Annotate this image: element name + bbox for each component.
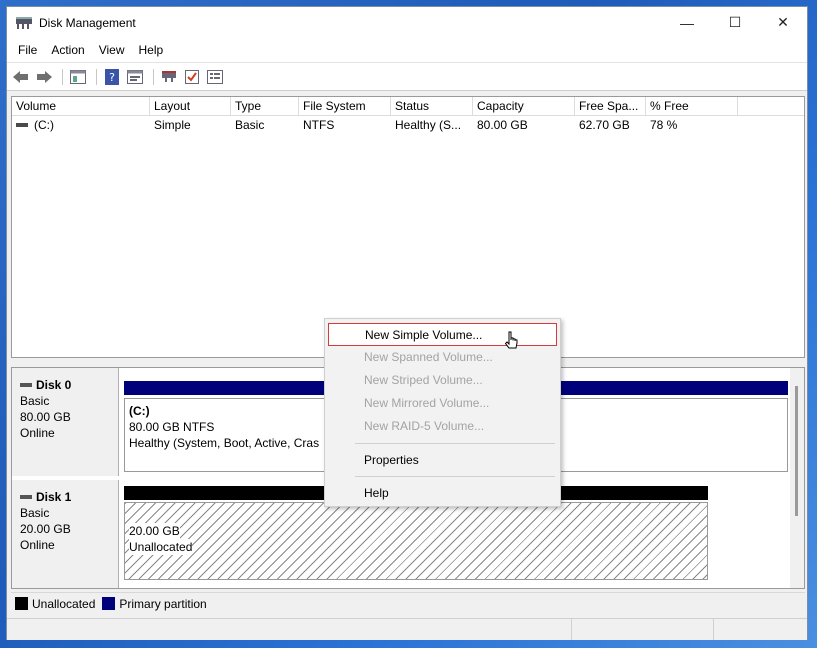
toolbar-separator bbox=[62, 68, 63, 85]
legend: Unallocated Primary partition bbox=[11, 592, 805, 614]
column-type[interactable]: Type bbox=[231, 97, 299, 115]
volume-list-header: Volume Layout Type File System Status Ca… bbox=[12, 97, 804, 116]
disk-0-name-line: Disk 0 bbox=[20, 377, 118, 393]
toolbar: ? bbox=[7, 62, 807, 91]
mouse-cursor-icon bbox=[504, 331, 518, 349]
menu-action[interactable]: Action bbox=[44, 43, 91, 57]
unallocated-space[interactable]: 20.00 GB Unallocated bbox=[124, 502, 708, 580]
unallocated-swatch bbox=[15, 597, 28, 610]
menu-view[interactable]: View bbox=[92, 43, 132, 57]
connect-icon[interactable] bbox=[159, 67, 179, 87]
disk-1-label[interactable]: Disk 1 Basic 20.00 GB Online bbox=[12, 480, 119, 588]
disk-management-icon bbox=[16, 16, 32, 29]
disk-0-size: 80.00 GB bbox=[20, 410, 71, 424]
vertical-scrollbar[interactable] bbox=[790, 368, 804, 588]
close-button[interactable]: ✕ bbox=[759, 7, 807, 38]
menu-file[interactable]: File bbox=[11, 43, 44, 57]
title-bar: Disk Management — ☐ ✕ bbox=[7, 7, 807, 38]
list-icon[interactable] bbox=[205, 67, 225, 87]
cell-volume: (C:) bbox=[12, 116, 150, 134]
menu-new-mirrored-volume: New Mirrored Volume... bbox=[364, 396, 490, 410]
cell-layout: Simple bbox=[154, 118, 191, 132]
maximize-button[interactable]: ☐ bbox=[711, 7, 759, 38]
disk-0-type: Basic bbox=[20, 394, 50, 408]
menu-new-raid5-volume: New RAID-5 Volume... bbox=[364, 419, 485, 433]
cell-free-space: 62.70 GB bbox=[579, 118, 630, 132]
menu-new-spanned-volume: New Spanned Volume... bbox=[364, 350, 493, 364]
menu-new-simple-volume[interactable]: New Simple Volume... bbox=[328, 323, 557, 346]
status-segment bbox=[7, 619, 572, 640]
back-arrow-icon[interactable] bbox=[11, 67, 31, 87]
toolbar-separator bbox=[153, 68, 154, 85]
cell-percent-free: 78 % bbox=[650, 118, 678, 132]
legend-unallocated: Unallocated bbox=[32, 596, 96, 611]
disk-0-name: Disk 0 bbox=[36, 378, 72, 392]
menu-separator bbox=[355, 476, 555, 477]
disk-1-state: Online bbox=[20, 538, 55, 552]
column-percent-free[interactable]: % Free bbox=[646, 97, 738, 115]
window-title: Disk Management bbox=[39, 15, 136, 30]
properties-icon[interactable] bbox=[125, 67, 145, 87]
menu-help-item[interactable]: Help bbox=[328, 482, 557, 505]
console-tree-icon[interactable] bbox=[68, 67, 88, 87]
unallocated-status: Unallocated bbox=[129, 539, 193, 555]
scrollbar-thumb[interactable] bbox=[795, 386, 798, 516]
column-volume[interactable]: Volume bbox=[12, 97, 150, 115]
toolbar-separator bbox=[96, 68, 97, 85]
disk-icon bbox=[20, 383, 32, 387]
status-bar bbox=[7, 618, 807, 640]
disk-1-name: Disk 1 bbox=[36, 490, 72, 504]
menu-separator bbox=[355, 443, 555, 444]
menu-new-striped-volume: New Striped Volume... bbox=[364, 373, 483, 387]
svg-text:?: ? bbox=[109, 71, 115, 84]
column-layout[interactable]: Layout bbox=[150, 97, 231, 115]
disk-icon bbox=[20, 495, 32, 499]
legend-primary-partition: Primary partition bbox=[119, 596, 207, 611]
status-segment bbox=[572, 619, 714, 640]
column-capacity[interactable]: Capacity bbox=[473, 97, 575, 115]
menu-bar: File Action View Help bbox=[7, 38, 807, 62]
drive-icon bbox=[16, 123, 28, 127]
disk-1-size: 20.00 GB bbox=[20, 522, 71, 536]
table-row[interactable]: (C:) Simple Basic NTFS Healthy (S... 80.… bbox=[12, 116, 804, 134]
cell-file-system: NTFS bbox=[303, 118, 335, 132]
check-icon[interactable] bbox=[182, 67, 202, 87]
disk-0-label[interactable]: Disk 0 Basic 80.00 GB Online bbox=[12, 368, 119, 476]
column-status[interactable]: Status bbox=[391, 97, 473, 115]
menu-help[interactable]: Help bbox=[132, 43, 171, 57]
status-segment bbox=[714, 619, 807, 640]
disk-1-type: Basic bbox=[20, 506, 50, 520]
cell-status: Healthy (S... bbox=[395, 118, 462, 132]
context-menu: New Simple Volume... New Spanned Volume.… bbox=[324, 318, 561, 507]
unallocated-size: 20.00 GB bbox=[129, 523, 180, 539]
disk-0-state: Online bbox=[20, 426, 55, 440]
disk-1-name-line: Disk 1 bbox=[20, 489, 118, 505]
minimize-button[interactable]: — bbox=[663, 7, 711, 38]
help-icon[interactable]: ? bbox=[102, 67, 122, 87]
column-file-system[interactable]: File System bbox=[299, 97, 391, 115]
forward-arrow-icon[interactable] bbox=[34, 67, 54, 87]
primary-partition-swatch bbox=[102, 597, 116, 610]
cell-type: Basic bbox=[235, 118, 265, 132]
cell-capacity: 80.00 GB bbox=[477, 118, 528, 132]
column-free-space[interactable]: Free Spa... bbox=[575, 97, 646, 115]
menu-properties[interactable]: Properties bbox=[328, 449, 557, 472]
volume-name: (C:) bbox=[34, 118, 54, 132]
